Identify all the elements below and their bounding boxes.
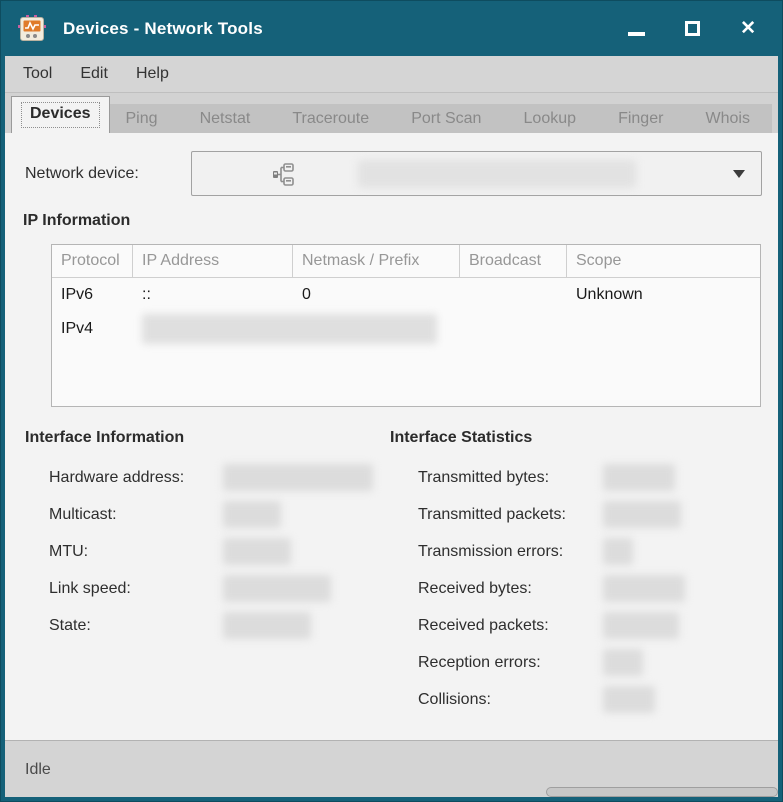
cell-protocol: IPv6 [52,286,133,304]
ipv4-values-redacted [142,314,437,344]
tabbar: Devices Ping Netstat Traceroute Port Sca… [5,93,778,133]
interface-information-heading: Interface Information [25,429,386,447]
field-received-bytes: Received bytes: [418,570,762,607]
tab-devices-label: Devices [21,102,100,128]
interface-statistics-section: Interface Statistics Transmitted bytes: … [386,429,762,718]
col-netmask-prefix[interactable]: Netmask / Prefix [293,245,460,277]
network-device-label: Network device: [25,165,191,183]
field-received-packets: Received packets: [418,607,762,644]
field-transmission-errors: Transmission errors: [418,533,762,570]
app-icon [17,14,47,44]
redacted-value [603,575,685,602]
field-collisions: Collisions: [418,681,762,718]
cell-ip-address: :: [133,286,293,304]
interface-sections: Interface Information Hardware address: … [21,429,762,718]
network-device-value-redacted [358,160,636,188]
network-interface-icon [270,161,296,187]
redacted-value [223,575,331,602]
statusbar: Idle [5,740,778,797]
window-controls: ✕ [628,19,766,38]
ip-information-table: Protocol IP Address Netmask / Prefix Bro… [51,244,761,407]
window-title: Devices - Network Tools [63,19,263,39]
titlebar: Devices - Network Tools ✕ [1,1,782,56]
field-transmitted-packets: Transmitted packets: [418,496,762,533]
field-reception-errors: Reception errors: [418,644,762,681]
cell-scope: Unknown [567,286,760,304]
progress-bar [546,787,778,797]
redacted-value [223,538,291,565]
redacted-value [603,538,633,565]
tab-ping[interactable]: Ping [126,110,158,128]
menubar: Tool Edit Help [5,56,778,93]
close-button[interactable]: ✕ [740,19,756,38]
cell-protocol: IPv4 [52,320,133,338]
field-link-speed: Link speed: [49,570,386,607]
tab-netstat[interactable]: Netstat [200,110,251,128]
field-mtu: MTU: [49,533,386,570]
tab-strip: Ping Netstat Traceroute Port Scan Lookup… [110,104,773,133]
table-row-ipv6[interactable]: IPv6 :: 0 Unknown [52,278,760,312]
interface-statistics-heading: Interface Statistics [390,429,762,447]
maximize-icon [685,21,700,36]
col-protocol[interactable]: Protocol [52,245,133,277]
table-row-ipv4[interactable]: IPv4 [52,312,760,346]
tab-port-scan[interactable]: Port Scan [411,110,481,128]
redacted-value [603,612,679,639]
tab-lookup[interactable]: Lookup [524,110,577,128]
cell-netmask: 0 [293,286,460,304]
tab-finger[interactable]: Finger [618,110,663,128]
tab-devices[interactable]: Devices [11,96,110,133]
ip-information-heading: IP Information [23,212,762,230]
redacted-value [223,612,311,639]
redacted-value [223,501,281,528]
col-ip-address[interactable]: IP Address [133,245,293,277]
menu-help[interactable]: Help [122,59,183,89]
interface-information-section: Interface Information Hardware address: … [21,429,386,718]
field-transmitted-bytes: Transmitted bytes: [418,459,762,496]
devices-tab-page: Network device: [5,133,778,740]
table-header-row: Protocol IP Address Netmask / Prefix Bro… [52,245,760,278]
redacted-value [603,464,675,491]
col-scope[interactable]: Scope [567,245,760,277]
tab-traceroute[interactable]: Traceroute [292,110,369,128]
redacted-value [223,464,373,491]
network-device-row: Network device: [25,151,762,196]
tab-whois[interactable]: Whois [706,110,750,128]
window-body: Tool Edit Help Devices Ping Netstat Trac… [5,56,778,797]
redacted-value [603,501,681,528]
col-broadcast[interactable]: Broadcast [460,245,567,277]
minimize-button[interactable] [628,22,645,36]
minimize-icon [628,32,645,36]
field-state: State: [49,607,386,644]
app-window: Devices - Network Tools ✕ Tool Edit Help… [0,0,783,802]
field-hardware-address: Hardware address: [49,459,386,496]
chevron-down-icon [733,170,745,178]
network-device-combobox[interactable] [191,151,762,196]
status-text: Idle [25,761,51,779]
menu-tool[interactable]: Tool [9,59,66,89]
redacted-value [603,649,643,676]
redacted-value [603,686,655,713]
field-multicast: Multicast: [49,496,386,533]
menu-edit[interactable]: Edit [66,59,122,89]
maximize-button[interactable] [685,21,700,36]
